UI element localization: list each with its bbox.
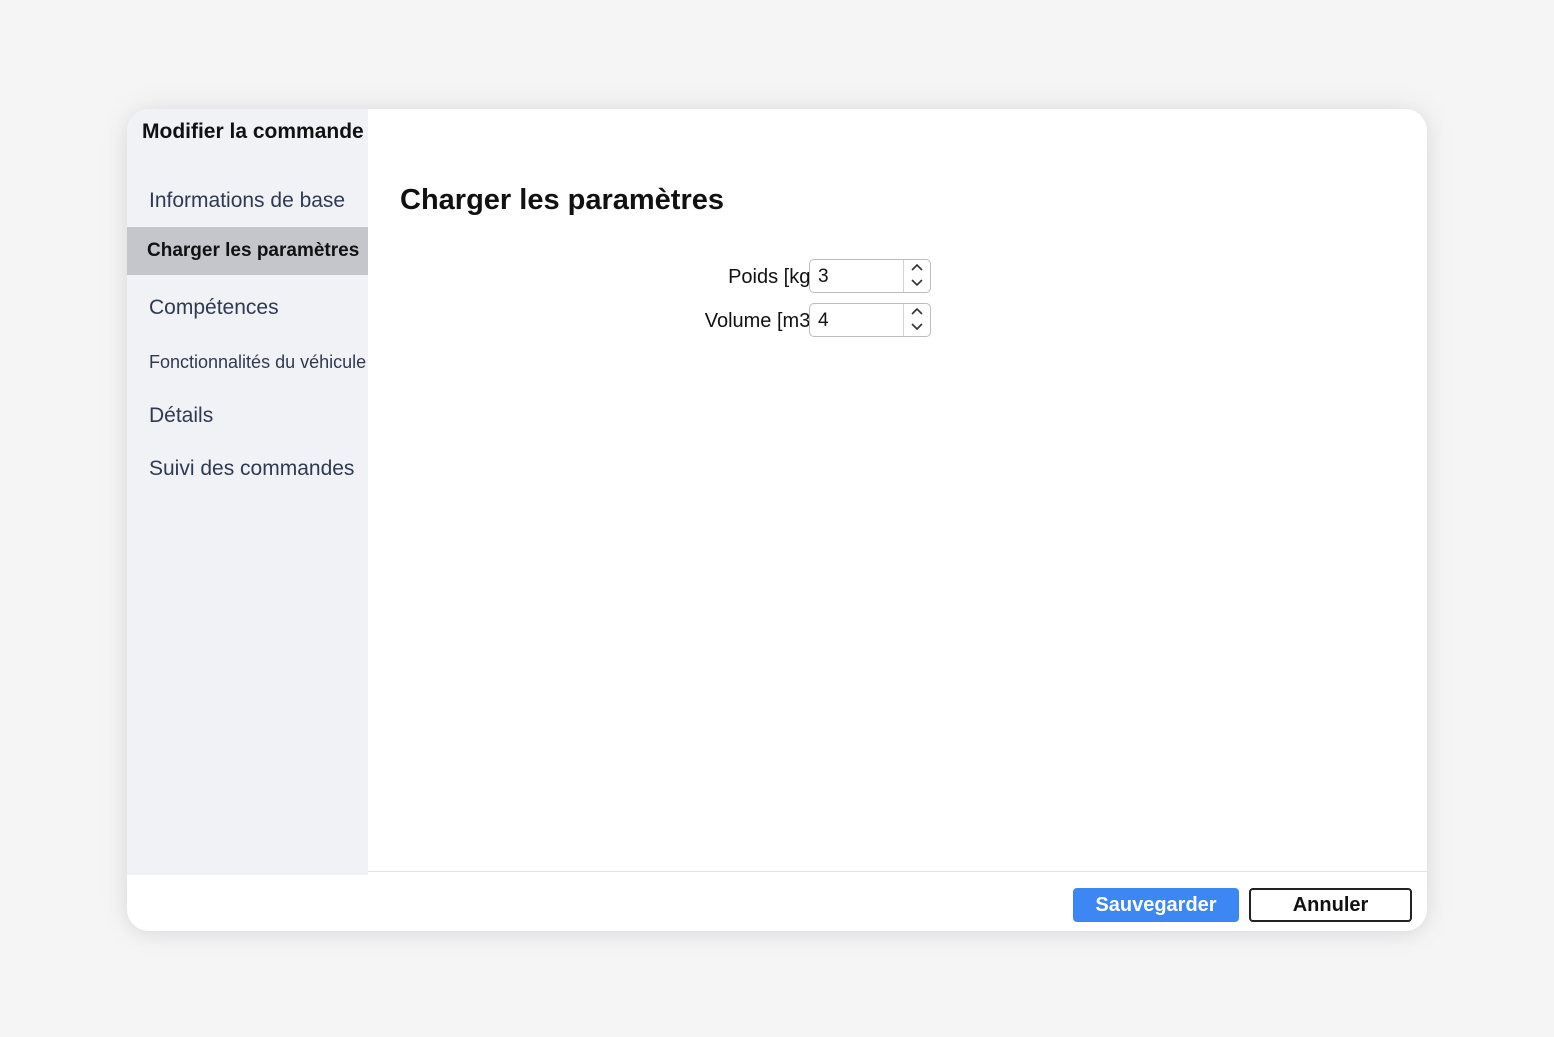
- weight-decrement-button[interactable]: [904, 275, 930, 291]
- volume-decrement-button[interactable]: [904, 319, 930, 335]
- page-title: Charger les paramètres: [400, 184, 724, 216]
- weight-stepper[interactable]: 3: [809, 259, 931, 293]
- volume-stepper[interactable]: 4: [809, 303, 931, 337]
- sidebar: Modifier la commande Informations de bas…: [127, 109, 368, 875]
- volume-stepper-buttons: [903, 304, 930, 336]
- save-button[interactable]: Sauvegarder: [1073, 888, 1239, 922]
- sidebar-item-vehicle-features[interactable]: Fonctionnalités du véhicule: [127, 338, 368, 386]
- sidebar-item-load-parameters[interactable]: Charger les paramètres: [127, 227, 368, 275]
- chevron-up-icon: [911, 263, 923, 271]
- sidebar-item-order-tracking[interactable]: Suivi des commandes: [127, 445, 368, 493]
- chevron-up-icon: [911, 307, 923, 315]
- weight-stepper-buttons: [903, 260, 930, 292]
- sidebar-item-basic-info[interactable]: Informations de base: [127, 177, 368, 225]
- chevron-down-icon: [911, 323, 923, 331]
- weight-increment-button[interactable]: [904, 260, 930, 276]
- chevron-down-icon: [911, 279, 923, 287]
- weight-value[interactable]: 3: [818, 260, 829, 294]
- volume-increment-button[interactable]: [904, 304, 930, 320]
- edit-order-dialog: Modifier la commande Informations de bas…: [127, 109, 1427, 931]
- cancel-button[interactable]: Annuler: [1249, 888, 1412, 922]
- volume-row: Volume [m3] : 4: [400, 303, 960, 339]
- dialog-title: Modifier la commande: [142, 120, 364, 143]
- volume-value[interactable]: 4: [818, 304, 829, 338]
- footer-divider: [368, 871, 1427, 872]
- sidebar-item-details[interactable]: Détails: [127, 392, 368, 440]
- sidebar-item-skills[interactable]: Compétences: [127, 284, 368, 332]
- weight-row: Poids [kg] : 3: [400, 259, 960, 295]
